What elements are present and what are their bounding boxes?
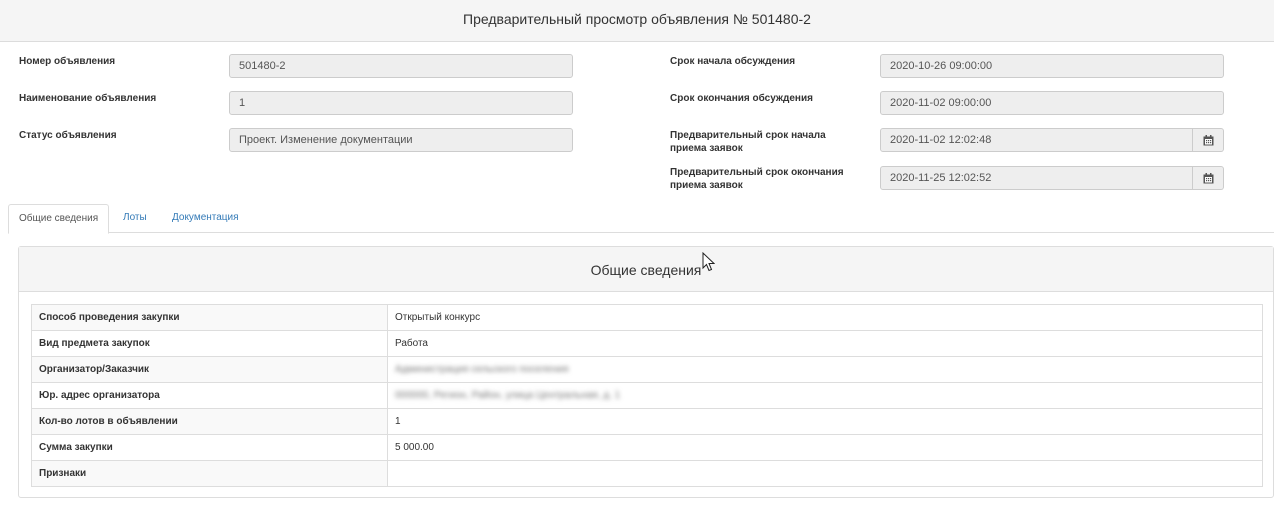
table-row: Признаки <box>31 460 1263 487</box>
application-start-calendar-button[interactable] <box>1193 128 1224 152</box>
row-key: Кол-во лотов в объявлении <box>31 408 388 435</box>
table-row: Сумма закупки 5 000.00 <box>31 434 1263 461</box>
general-info-table: Способ проведения закупки Открытый конку… <box>31 304 1263 487</box>
application-start-field[interactable]: 2020-11-02 12:02:48 <box>880 128 1193 152</box>
row-key: Юр. адрес организатора <box>31 382 388 409</box>
application-end-field[interactable]: 2020-11-25 12:02:52 <box>880 166 1193 190</box>
announcement-status-field[interactable]: Проект. Изменение документации <box>229 128 573 152</box>
table-row: Кол-во лотов в объявлении 1 <box>31 408 1263 435</box>
general-info-panel: Общие сведения Способ проведения закупки… <box>18 246 1274 498</box>
table-row: Юр. адрес организатора 000000, Регион, Р… <box>31 382 1263 409</box>
announcement-name-label: Наименование объявления <box>19 93 157 104</box>
table-row: Организатор/Заказчик Администрация сельс… <box>31 356 1263 383</box>
row-value: Администрация сельского поселения <box>387 356 1263 383</box>
table-row: Вид предмета закупок Работа <box>31 330 1263 357</box>
announcement-name-field[interactable]: 1 <box>229 91 573 115</box>
discussion-end-label: Срок окончания обсуждения <box>670 93 813 104</box>
row-value: Работа <box>387 330 1263 357</box>
announcement-number-field[interactable]: 501480-2 <box>229 54 573 78</box>
row-value <box>387 460 1263 487</box>
panel-title: Общие сведения <box>590 262 702 278</box>
application-start-label-line2: приема заявок <box>670 143 743 154</box>
application-start-label-line1: Предварительный срок начала <box>670 130 826 141</box>
row-key: Вид предмета закупок <box>31 330 388 357</box>
row-value: Открытый конкурс <box>387 304 1263 331</box>
row-value: 000000, Регион, Район, улица Центральная… <box>387 382 1263 409</box>
application-end-calendar-button[interactable] <box>1193 166 1224 190</box>
row-key: Сумма закупки <box>31 434 388 461</box>
discussion-end-field[interactable]: 2020-11-02 09:00:00 <box>880 91 1224 115</box>
redacted-value: 000000, Регион, Район, улица Центральная… <box>395 390 621 401</box>
announcement-status-label: Статус объявления <box>19 130 117 141</box>
row-value: 5 000.00 <box>387 434 1263 461</box>
row-key: Организатор/Заказчик <box>31 356 388 383</box>
redacted-value: Администрация сельского поселения <box>395 364 569 375</box>
tab-bar: Общие сведения Лоты Документация <box>8 204 1274 234</box>
tab-lots[interactable]: Лоты <box>113 204 157 233</box>
row-value: 1 <box>387 408 1263 435</box>
tab-general-info[interactable]: Общие сведения <box>8 204 110 234</box>
application-start-label: Предварительный срок начала приема заяво… <box>670 129 826 155</box>
panel-header: Общие сведения <box>19 247 1273 292</box>
calendar-icon <box>1203 172 1213 183</box>
tab-documentation[interactable]: Документация <box>162 204 249 233</box>
calendar-icon <box>1203 134 1213 145</box>
row-key: Признаки <box>31 460 388 487</box>
application-end-label: Предварительный срок окончания приема за… <box>670 166 844 192</box>
table-row: Способ проведения закупки Открытый конку… <box>31 304 1263 331</box>
discussion-start-label: Срок начала обсуждения <box>670 56 796 67</box>
application-end-label-line2: приема заявок <box>670 180 743 191</box>
announcement-number-label: Номер объявления <box>19 56 116 67</box>
page-title: Предварительный просмотр объявления № 50… <box>463 11 811 27</box>
mouse-cursor-icon <box>702 252 715 272</box>
discussion-start-field[interactable]: 2020-10-26 09:00:00 <box>880 54 1224 78</box>
row-key: Способ проведения закупки <box>31 304 388 331</box>
page-header: Предварительный просмотр объявления № 50… <box>0 0 1274 42</box>
application-end-label-line1: Предварительный срок окончания <box>670 167 844 178</box>
